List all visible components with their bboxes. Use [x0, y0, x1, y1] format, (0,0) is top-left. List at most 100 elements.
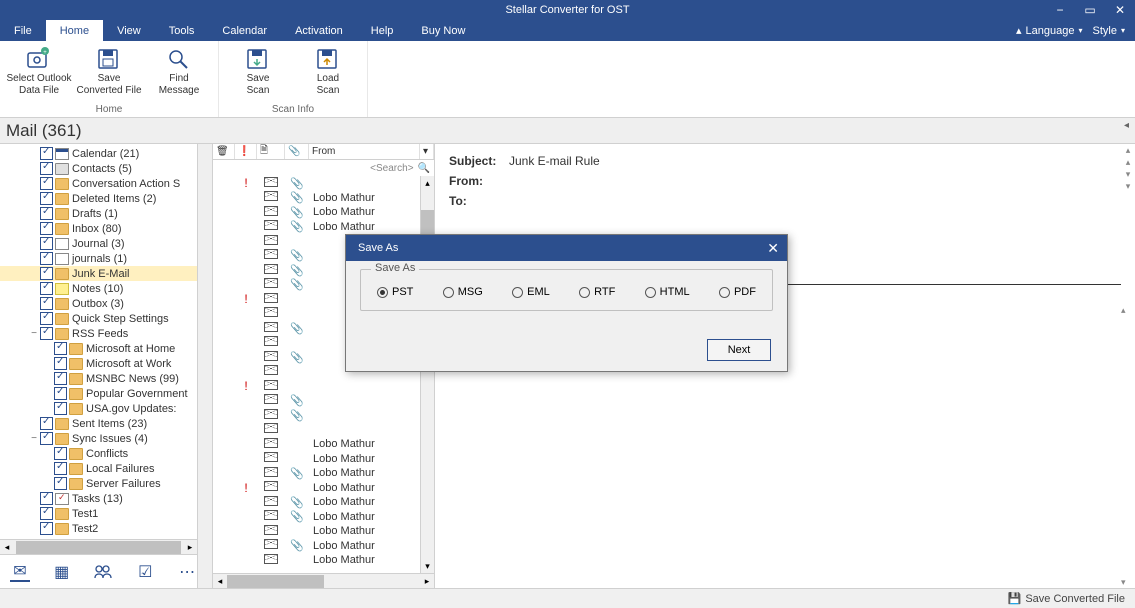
menu-calendar[interactable]: Calendar: [208, 20, 281, 41]
message-row[interactable]: 📎Lobo Mathur: [213, 205, 420, 220]
expand-icon[interactable]: −: [28, 328, 40, 339]
message-row[interactable]: Lobo Mathur: [213, 553, 420, 568]
message-row[interactable]: Lobo Mathur: [213, 452, 420, 467]
checkbox[interactable]: [40, 432, 53, 445]
scroll-down-icon[interactable]: ▾: [421, 559, 434, 573]
preview-bottom-down-icon[interactable]: ▾: [1121, 576, 1126, 588]
checkbox[interactable]: [54, 402, 67, 415]
scroll-right-icon[interactable]: ▸: [420, 576, 434, 587]
tree-item[interactable]: Conflicts: [0, 446, 197, 461]
tree-item[interactable]: Test2: [0, 521, 197, 536]
message-row[interactable]: !📎: [213, 176, 420, 191]
tree-item[interactable]: Quick Step Settings: [0, 311, 197, 326]
message-row[interactable]: !Lobo Mathur: [213, 481, 420, 496]
tree-item[interactable]: Deleted Items (2): [0, 191, 197, 206]
message-row[interactable]: Lobo Mathur: [213, 524, 420, 539]
col-delete[interactable]: 🗑: [213, 144, 235, 159]
radio-html[interactable]: HTML: [645, 286, 690, 298]
message-search[interactable]: <Search> 🔍: [213, 160, 434, 176]
checkbox[interactable]: [54, 357, 67, 370]
radio-pdf[interactable]: PDF: [719, 286, 756, 298]
checkbox[interactable]: [40, 522, 53, 535]
checkbox[interactable]: [54, 387, 67, 400]
col-importance[interactable]: ❗: [235, 144, 257, 159]
checkbox[interactable]: [40, 237, 53, 250]
tree-item[interactable]: Tasks (13): [0, 491, 197, 506]
minimize-button[interactable]: −: [1045, 0, 1075, 20]
tree-item[interactable]: Popular Government: [0, 386, 197, 401]
checkbox[interactable]: [40, 192, 53, 205]
checkbox[interactable]: [54, 447, 67, 460]
tree-item[interactable]: Local Failures: [0, 461, 197, 476]
checkbox[interactable]: [40, 222, 53, 235]
preview-scroll-down-icon[interactable]: ▾: [1121, 168, 1135, 180]
tree-item[interactable]: −Sync Issues (4): [0, 431, 197, 446]
checkbox[interactable]: [54, 477, 67, 490]
radio-pst[interactable]: PST: [377, 286, 413, 298]
radio-rtf[interactable]: RTF: [579, 286, 615, 298]
tree-item[interactable]: Test1: [0, 506, 197, 521]
radio-msg[interactable]: MSG: [443, 286, 483, 298]
message-row[interactable]: 📎Lobo Mathur: [213, 495, 420, 510]
save-converted-file-button[interactable]: SaveConverted File: [76, 45, 142, 97]
tree-item[interactable]: Conversation Action S: [0, 176, 197, 191]
nav-people-icon[interactable]: [94, 562, 114, 582]
tree-item[interactable]: USA.gov Updates:: [0, 401, 197, 416]
checkbox[interactable]: [40, 267, 53, 280]
tree-hscrollbar[interactable]: ◂ ▸: [0, 539, 197, 554]
message-row[interactable]: 📎Lobo Mathur: [213, 466, 420, 481]
language-dropdown-icon[interactable]: ▾: [1079, 26, 1083, 35]
message-row[interactable]: 📎Lobo Mathur: [213, 191, 420, 206]
tree-item[interactable]: Microsoft at Work: [0, 356, 197, 371]
col-scroll[interactable]: ▾: [420, 144, 434, 159]
search-icon[interactable]: 🔍: [418, 163, 430, 174]
menu-activation[interactable]: Activation: [281, 20, 357, 41]
tree-item[interactable]: Contacts (5): [0, 161, 197, 176]
message-row[interactable]: [213, 423, 420, 438]
message-row[interactable]: Lobo Mathur: [213, 437, 420, 452]
preview-mid-up-icon[interactable]: ▴: [1121, 304, 1126, 316]
tree-item[interactable]: Drafts (1): [0, 206, 197, 221]
menu-buy-now[interactable]: Buy Now: [407, 20, 479, 41]
menu-view[interactable]: View: [103, 20, 155, 41]
tree-item[interactable]: Calendar (21): [0, 146, 197, 161]
scroll-left-icon[interactable]: ◂: [0, 542, 14, 553]
message-row[interactable]: 📎: [213, 408, 420, 423]
col-attachment[interactable]: 📎: [285, 144, 309, 159]
status-save-label[interactable]: Save Converted File: [1025, 593, 1125, 605]
scroll-right-icon[interactable]: ▸: [183, 542, 197, 553]
tree-item[interactable]: −RSS Feeds: [0, 326, 197, 341]
save-scan-button[interactable]: SaveScan: [225, 45, 291, 97]
checkbox[interactable]: [40, 177, 53, 190]
language-menu[interactable]: Language: [1026, 25, 1075, 37]
preview-scroll-up2-icon[interactable]: ▴: [1121, 156, 1135, 168]
checkbox[interactable]: [54, 372, 67, 385]
menu-home[interactable]: Home: [46, 20, 103, 41]
tree-item[interactable]: Server Failures: [0, 476, 197, 491]
find-message-button[interactable]: FindMessage: [146, 45, 212, 97]
load-scan-button[interactable]: LoadScan: [295, 45, 361, 97]
next-button[interactable]: Next: [707, 339, 771, 361]
dialog-close-button[interactable]: ✕: [767, 240, 779, 257]
expand-icon[interactable]: −: [28, 433, 40, 444]
preview-scroll-up-icon[interactable]: ▴: [1121, 144, 1135, 156]
checkbox[interactable]: [40, 147, 53, 160]
menu-tools[interactable]: Tools: [155, 20, 209, 41]
nav-more-icon[interactable]: ⋯: [177, 562, 197, 582]
menu-file[interactable]: File: [0, 20, 46, 41]
radio-eml[interactable]: EML: [512, 286, 550, 298]
menu-help[interactable]: Help: [357, 20, 408, 41]
message-row[interactable]: 📎Lobo Mathur: [213, 539, 420, 554]
message-row[interactable]: 📎Lobo Mathur: [213, 220, 420, 235]
checkbox[interactable]: [40, 492, 53, 505]
col-type[interactable]: 🗎: [257, 144, 285, 159]
message-row[interactable]: !: [213, 379, 420, 394]
nav-mail-icon[interactable]: ✉: [10, 562, 30, 582]
save-status-icon[interactable]: 💾: [1008, 592, 1022, 605]
checkbox[interactable]: [40, 312, 53, 325]
style-dropdown-icon[interactable]: ▾: [1121, 26, 1125, 35]
message-row[interactable]: 📎: [213, 394, 420, 409]
select-outlook-data-file-button[interactable]: +Select OutlookData File: [6, 45, 72, 97]
checkbox[interactable]: [40, 327, 53, 340]
tree-item[interactable]: Inbox (80): [0, 221, 197, 236]
